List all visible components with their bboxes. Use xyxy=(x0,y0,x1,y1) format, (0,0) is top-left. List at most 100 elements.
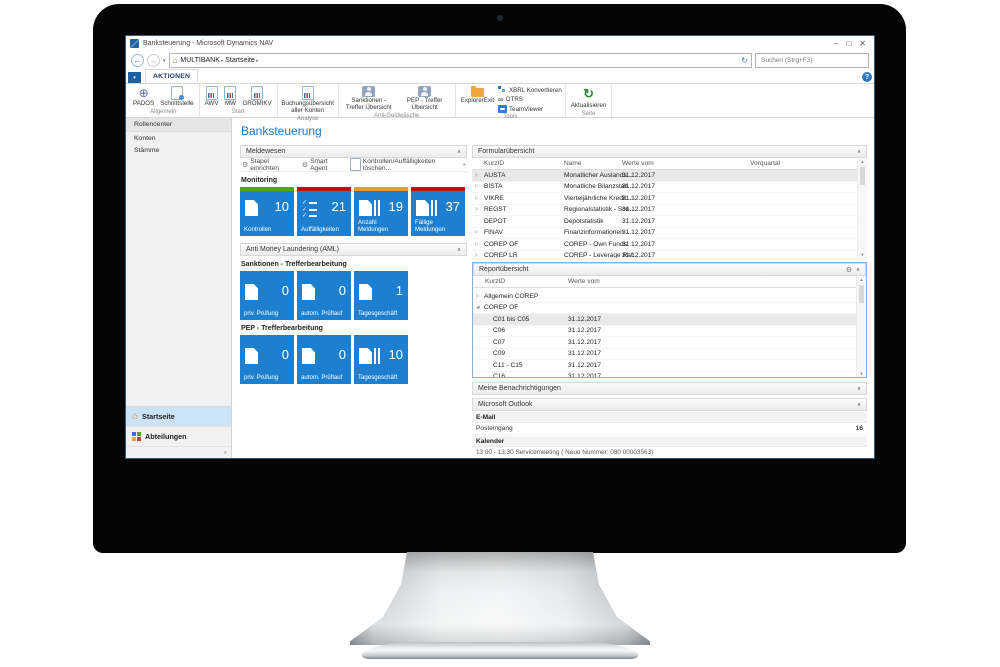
tile-autom-prüflauf[interactable]: 0autom. Prüflauf xyxy=(297,271,351,320)
table-row[interactable]: ▷COREP LRCOREP - Leverage Rat...31.12.20… xyxy=(472,251,867,259)
back-button[interactable]: ← xyxy=(131,54,144,67)
chevron-up-icon[interactable]: ∧ xyxy=(457,247,461,253)
gear-icon[interactable]: ⚙ xyxy=(846,266,852,274)
triangle-right-icon[interactable]: ▷ xyxy=(475,241,478,247)
ribbon-button-aktualisieren[interactable]: ↻Aktualisieren xyxy=(569,85,608,110)
outlook-item-posteingang[interactable]: Posteingang16 xyxy=(472,423,867,435)
ribbon-button-xbrl-konvertieren[interactable]: XBRL Konvertieren xyxy=(498,86,562,94)
table-row[interactable]: DEPOTDepotstatistik31.12.2017 xyxy=(472,216,867,228)
table-row[interactable]: C0731.12.2017 xyxy=(473,337,866,349)
column-header-werte-vom[interactable]: Werte vom xyxy=(622,160,654,167)
ribbon-button-otrs[interactable]: ∞OTRS xyxy=(498,95,562,104)
section-header-meldewesen[interactable]: Meldewesen ∧ xyxy=(240,145,467,158)
tile-tagesgeschäft[interactable]: 10Tagesgeschäft xyxy=(354,335,408,384)
close-button[interactable]: ✕ xyxy=(859,39,866,49)
column-header-vorquartal[interactable]: Vorquartal xyxy=(750,160,780,167)
column-header-kurzid[interactable]: KurzID xyxy=(485,278,505,285)
chevron-up-icon[interactable]: ∧ xyxy=(857,402,861,408)
scrollbar[interactable]: ▲▼ xyxy=(857,158,867,258)
search-input[interactable] xyxy=(759,56,865,65)
chevron-down-icon[interactable]: ∨ xyxy=(857,386,861,392)
section-header-outlook[interactable]: Microsoft Outlook ∧ xyxy=(472,398,867,411)
tile-tagesgeschäft[interactable]: 1Tagesgeschäft xyxy=(354,271,408,320)
toolbar-button-smart-agent[interactable]: ⚙Smart Agent xyxy=(302,158,343,172)
sidebar-item-abteilungen[interactable]: Abteilungen xyxy=(126,427,231,447)
ribbon-button-gromikv[interactable]: GROMIKV xyxy=(240,85,273,108)
table-row[interactable]: ▷Allgemein COREP xyxy=(473,291,866,303)
sidebar-item-konten[interactable]: Konten xyxy=(126,132,231,144)
tile-priv-prüfung[interactable]: 0priv. Prüfung xyxy=(240,271,294,320)
section-header-formularuebersicht[interactable]: Formularübersicht ∧ xyxy=(472,145,867,158)
triangle-right-icon[interactable]: ▷ xyxy=(475,229,478,235)
scroll-down-icon[interactable]: ▼ xyxy=(861,251,865,258)
scroll-down-icon[interactable]: ▼ xyxy=(860,370,864,377)
table-row[interactable]: C0931.12.2017 xyxy=(473,349,866,361)
section-header-reportuebersicht[interactable]: Reportübersicht ⚙ ∧ xyxy=(473,263,866,276)
ribbon-button-explorerexit[interactable]: ExplorerExit xyxy=(459,85,496,105)
scrollbar[interactable]: ▲▼ xyxy=(856,276,866,377)
search-box[interactable] xyxy=(755,53,869,68)
triangle-right-icon[interactable]: ▷ xyxy=(475,172,478,178)
maximize-button[interactable]: □ xyxy=(846,39,851,49)
triangle-right-icon[interactable]: ▷ xyxy=(475,195,478,201)
tab-aktionen[interactable]: AKTIONEN xyxy=(145,69,198,83)
triangle-right-icon[interactable]: ▷ xyxy=(475,206,478,212)
forward-button[interactable]: → xyxy=(147,54,160,67)
table-row[interactable]: ◢COREP OF xyxy=(473,303,866,315)
triangle-expanded-icon[interactable]: ◢ xyxy=(476,304,479,310)
chevron-up-icon[interactable]: ∧ xyxy=(457,149,461,155)
tile-fällige-meldungen[interactable]: 37Fällige Meldungen xyxy=(411,187,465,236)
triangle-right-icon[interactable]: ▷ xyxy=(475,183,478,189)
table-row[interactable]: ▷REGSTRegionalstatistik - Son...31.12.20… xyxy=(472,205,867,217)
tile-autom-prüflauf[interactable]: 0autom. Prüflauf xyxy=(297,335,351,384)
sidebar-item-startseite[interactable]: ⌂Startseite xyxy=(126,407,231,427)
ribbon-button-sanktionen-treffer-übersicht[interactable]: Sanktionen - Treffer Übersicht xyxy=(342,85,396,112)
refresh-address-icon[interactable]: ↻ xyxy=(741,56,748,65)
ribbon-button-awv[interactable]: AWV xyxy=(203,85,221,108)
column-header-name[interactable]: Name xyxy=(564,160,582,167)
tile-anzahl-meldungen[interactable]: 19Anzahl Meldungen xyxy=(354,187,408,236)
ribbon-button-mw[interactable]: MW xyxy=(222,85,238,108)
outlook-calendar-entry[interactable]: 13:00 - 13:30 Servicemeeting ( Neue Numm… xyxy=(472,447,867,458)
section-header-aml[interactable]: Anti Money Laundering (AML) ∧ xyxy=(240,243,467,256)
table-row[interactable]: ▷BISTAMonatliche Bilanzstati...31.12.201… xyxy=(472,182,867,194)
history-dropdown-icon[interactable]: ▾ xyxy=(163,58,166,64)
chevron-up-icon[interactable]: ∧ xyxy=(857,149,861,155)
column-header-kurzid[interactable]: KurzID xyxy=(484,160,504,167)
toolbar-button-stapel-einrichten[interactable]: ⚙Stapel einrichten xyxy=(242,158,295,172)
triangle-right-icon[interactable]: ▷ xyxy=(475,252,478,258)
table-row[interactable]: ▷VIKREVierteljährliche Kredit...31.12.20… xyxy=(472,193,867,205)
minimize-button[interactable]: – xyxy=(834,39,838,49)
section-header-benachrichtigungen[interactable]: Meine Benachrichtigungen ∨ xyxy=(472,382,867,395)
table-row[interactable]: ▷COREP OFCOREP - Own Funds31.12.2017 xyxy=(472,239,867,251)
toolbar-button-kontrollen-auffälligkeiten-löschen[interactable]: Kontrollen/Auffälligkeiten löschen... xyxy=(350,158,456,172)
scroll-thumb[interactable] xyxy=(860,167,865,185)
breadcrumb-item-startseite[interactable]: Startseite xyxy=(225,57,255,64)
table-row[interactable]: ▷AUSTAMonatlicher Auslands...31.12.2017 xyxy=(472,170,867,182)
table-row[interactable]: ▷FINAVFinanzinformationen ...31.12.2017 xyxy=(472,228,867,240)
table-row[interactable]: C11 - C1531.12.2017 xyxy=(473,360,866,372)
table-row[interactable]: C01 bis C0531.12.2017 xyxy=(473,314,866,326)
scroll-up-icon[interactable]: ▲ xyxy=(861,158,865,165)
breadcrumb[interactable]: ⌂ MULTIBANK ▸ Startseite ▸ ↻ xyxy=(169,53,752,68)
scroll-up-icon[interactable]: ▲ xyxy=(860,276,864,283)
tile-auffälligkeiten[interactable]: ✓✓✓21Auffälligkeiten xyxy=(297,187,351,236)
chevron-up-icon[interactable]: ∧ xyxy=(856,267,860,273)
ribbon-button-schnittstelle[interactable]: Schnittstelle xyxy=(158,85,195,108)
breadcrumb-item-multibank[interactable]: MULTIBANK xyxy=(180,57,220,64)
help-icon[interactable]: ? xyxy=(862,72,872,82)
ribbon-button-buchungsübersicht-aller-konten[interactable]: Buchungsübersicht aller Konten xyxy=(281,85,335,115)
table-row[interactable]: C0631.12.2017 xyxy=(473,326,866,338)
sidebar-item-stämme[interactable]: Stämme xyxy=(126,144,231,156)
more-icon[interactable]: ▪ xyxy=(463,162,465,168)
ribbon-button-pados[interactable]: ⊕PADOS xyxy=(131,85,156,108)
triangle-right-icon[interactable]: ▷ xyxy=(476,293,479,299)
application-menu-button[interactable]: ▾ xyxy=(128,72,141,83)
column-header-werte-vom[interactable]: Werte vom xyxy=(568,278,600,285)
scroll-thumb[interactable] xyxy=(859,285,864,303)
tile-priv-prüfung[interactable]: 0priv. Prüfung xyxy=(240,335,294,384)
tile-kontrollen[interactable]: 10Kontrollen xyxy=(240,187,294,236)
ribbon-button-teamviewer[interactable]: TeamViewer xyxy=(498,105,562,113)
pane-options-icon[interactable]: ≡ xyxy=(224,450,227,456)
ribbon-button-pep-treffer-übersicht[interactable]: PEP - Treffer Übersicht xyxy=(398,85,452,112)
